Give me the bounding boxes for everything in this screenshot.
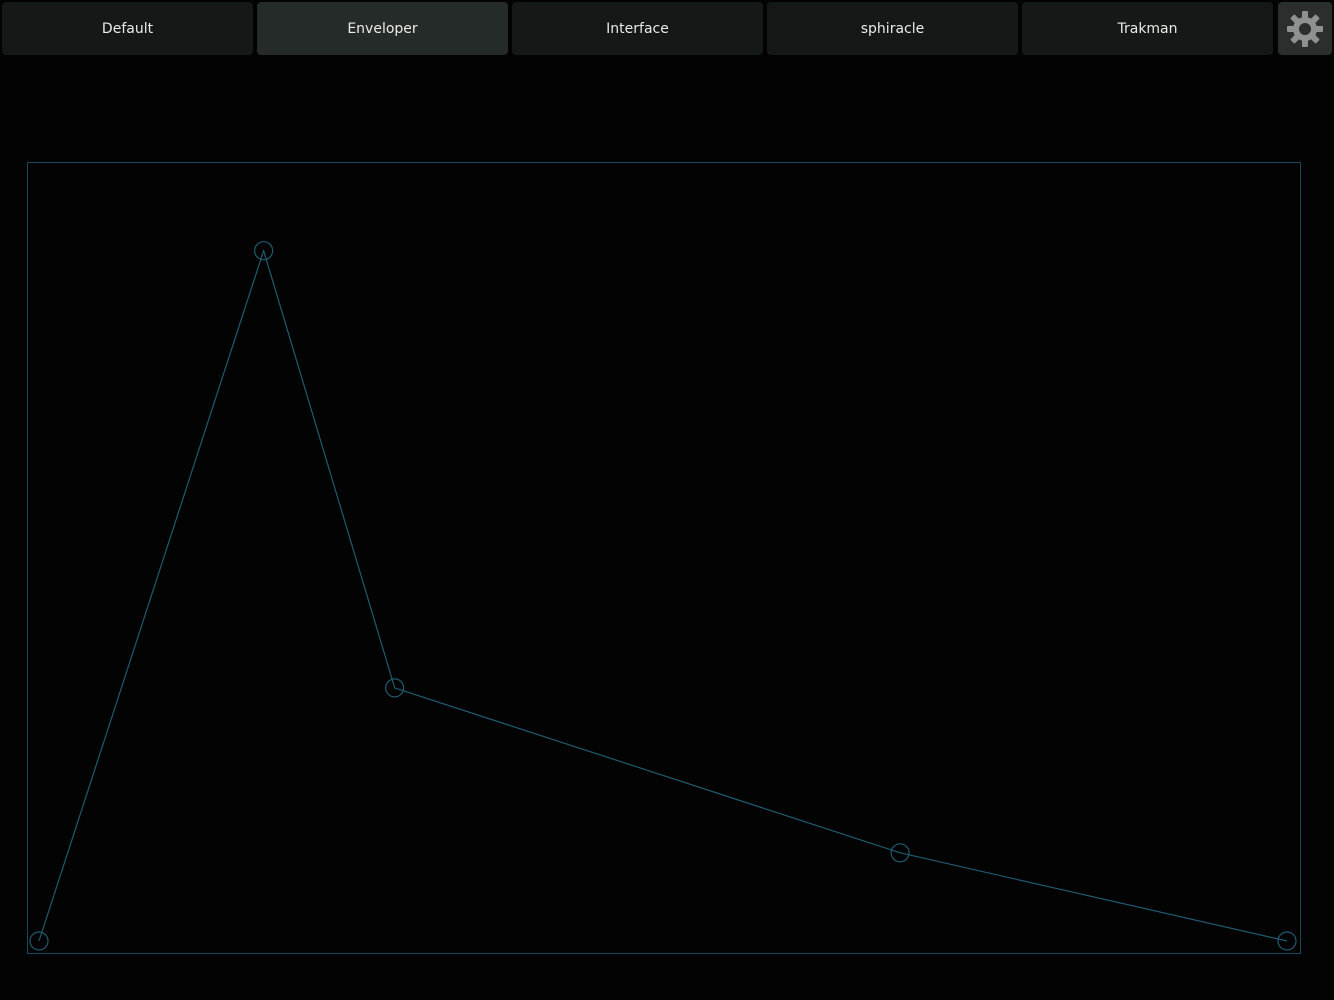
tab-trakman[interactable]: Trakman [1022,2,1273,55]
tab-bar: Default Enveloper Interface sphiracle Tr… [0,0,1334,58]
gear-icon [1287,10,1323,47]
tab-interface[interactable]: Interface [512,2,763,55]
tab-sphiracle[interactable]: sphiracle [767,2,1018,55]
tab-enveloper[interactable]: Enveloper [257,2,508,55]
envelope-canvas[interactable] [28,163,1300,953]
tab-default[interactable]: Default [2,2,253,55]
envelope-line [38,248,1288,942]
envelope-editor[interactable] [27,162,1301,954]
settings-button[interactable] [1278,2,1332,55]
